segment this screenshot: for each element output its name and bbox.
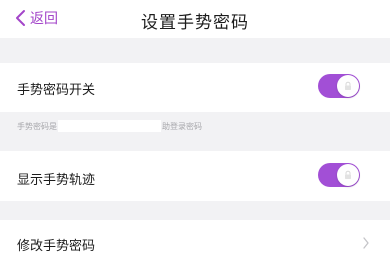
toggle-knob bbox=[337, 164, 359, 186]
navigation-bar: 返回 设置手势密码 bbox=[0, 0, 390, 38]
show-track-label: 显示手势轨迹 bbox=[17, 173, 96, 188]
modify-gesture-row[interactable]: 修改手势密码 bbox=[0, 220, 390, 260]
hint-suffix: 助登录密码 bbox=[162, 121, 202, 131]
redacted-block bbox=[58, 120, 161, 132]
gesture-switch-toggle[interactable] bbox=[318, 74, 360, 98]
gesture-switch-label: 手势密码开关 bbox=[17, 83, 96, 98]
show-track-row: 显示手势轨迹 bbox=[0, 151, 390, 201]
modify-gesture-label: 修改手势密码 bbox=[17, 239, 96, 254]
page-title: 设置手势密码 bbox=[141, 13, 249, 33]
lock-icon bbox=[345, 81, 351, 90]
toggle-knob bbox=[337, 75, 359, 97]
gesture-hint-text: 手势密码是 助登录密码 bbox=[17, 120, 202, 132]
lock-icon bbox=[345, 170, 351, 179]
show-track-toggle[interactable] bbox=[318, 163, 360, 187]
chevron-right-icon bbox=[363, 237, 369, 249]
hint-prefix: 手势密码是 bbox=[17, 121, 57, 131]
gesture-switch-row: 手势密码开关 bbox=[0, 63, 390, 112]
